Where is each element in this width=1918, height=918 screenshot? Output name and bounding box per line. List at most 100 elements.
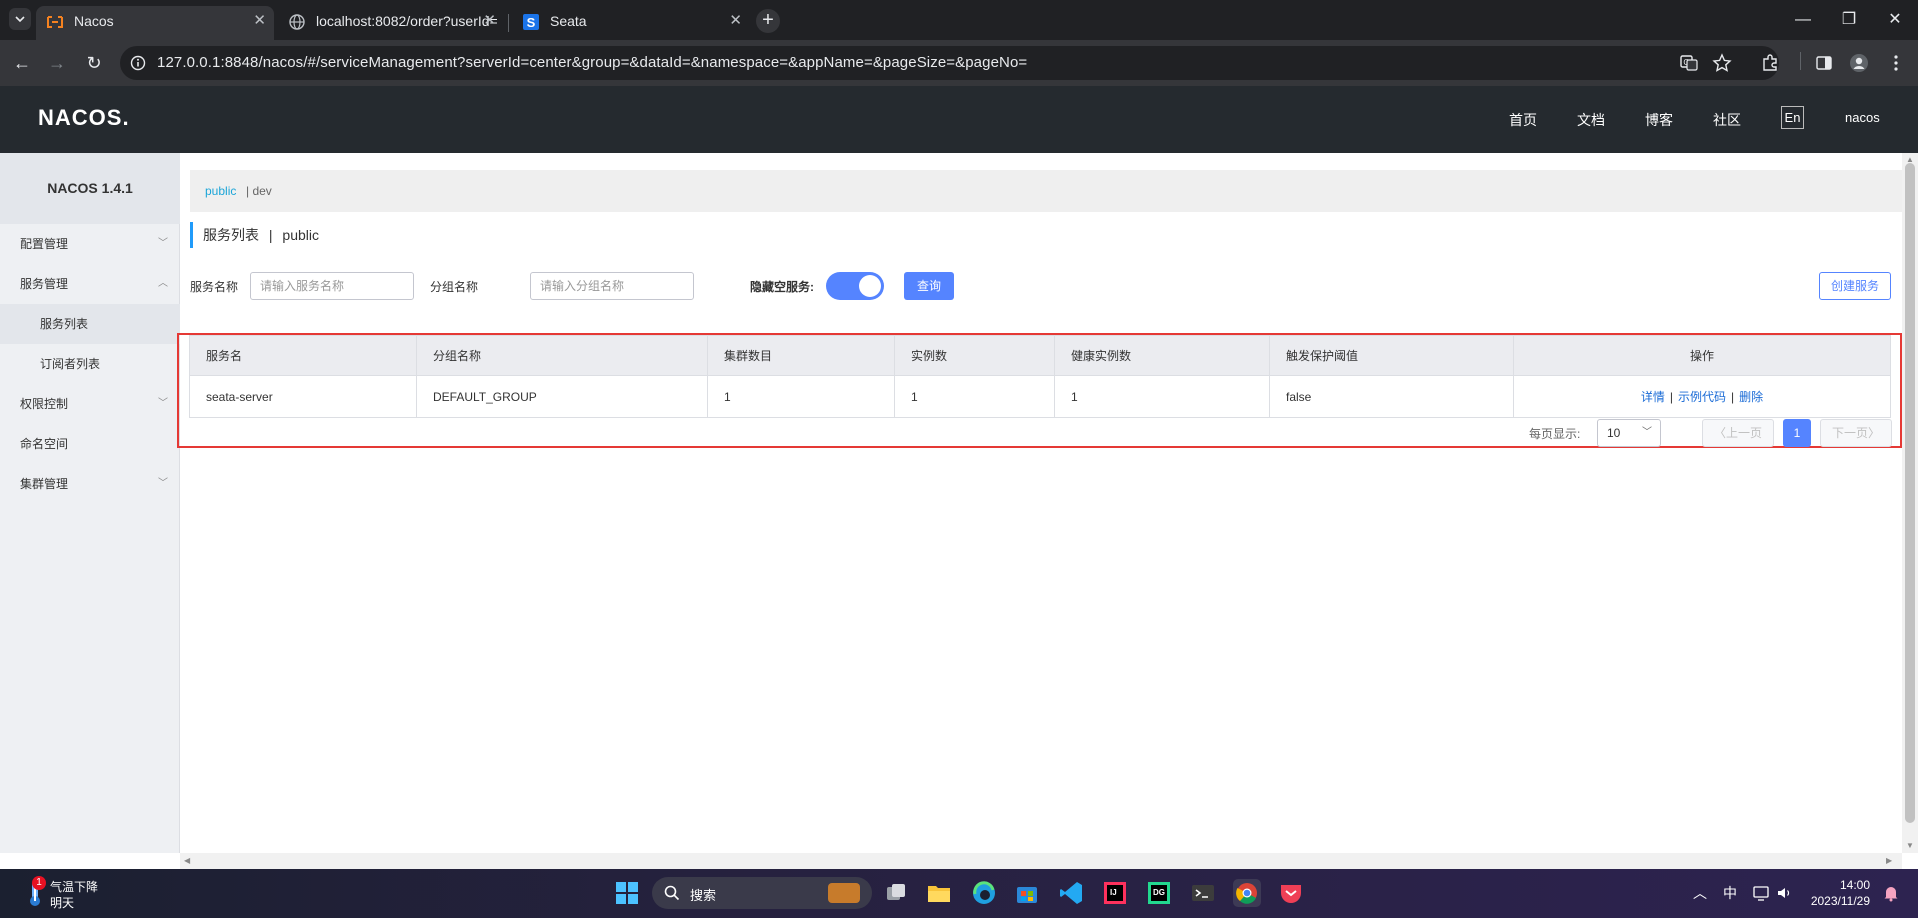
page-size-value: 10 — [1607, 426, 1621, 440]
weather-badge: 1 — [32, 876, 46, 890]
tab-seata[interactable]: S Seata ✕ — [512, 6, 750, 40]
sidebar-item-service-list[interactable]: 服务列表 — [0, 304, 180, 344]
close-tab-icon[interactable]: ✕ — [253, 6, 266, 36]
clock-time[interactable]: 14:00 — [1800, 878, 1870, 892]
toggle-knob — [859, 275, 881, 297]
col-actions: 操作 — [1513, 335, 1891, 376]
namespace-dev-link[interactable]: | dev — [246, 184, 272, 198]
service-name-input[interactable]: 请输入服务名称 — [250, 272, 414, 300]
tray-overflow-chevron-icon[interactable]: ︿ — [1693, 883, 1707, 903]
datagrip-icon[interactable]: DG — [1145, 879, 1173, 907]
pocket-app-icon[interactable] — [1277, 879, 1305, 907]
close-tab-icon[interactable]: ✕ — [729, 6, 742, 36]
chevron-up-icon: ︿ — [158, 278, 168, 289]
notification-bell-icon[interactable] — [1883, 884, 1899, 902]
weather-text[interactable]: 气温下降 — [50, 878, 98, 895]
detail-link[interactable]: 详情 — [1641, 390, 1665, 404]
weather-subtext[interactable]: 明天 — [50, 894, 74, 911]
windows-start-icon[interactable] — [613, 879, 641, 907]
namespace-public-link[interactable]: public — [205, 184, 236, 198]
tab-localhost[interactable]: localhost:8082/order?userId= ✕ — [278, 6, 504, 40]
nav-community-link[interactable]: 社区 — [1713, 110, 1741, 130]
col-group-name: 分组名称 — [416, 335, 708, 376]
url-text[interactable]: 127.0.0.1:8848/nacos/#/serviceManagement… — [157, 46, 1027, 80]
action-separator: | — [1731, 390, 1735, 404]
new-tab-button[interactable]: + — [756, 9, 780, 33]
clock-date[interactable]: 2023/11/29 — [1800, 894, 1870, 908]
sample-code-link[interactable]: 示例代码 — [1678, 390, 1726, 404]
nav-home-link[interactable]: 首页 — [1509, 110, 1537, 130]
restore-button[interactable]: ❐ — [1826, 0, 1872, 40]
edge-browser-icon[interactable] — [970, 879, 998, 907]
col-service-name: 服务名 — [189, 335, 417, 376]
menu-dots-icon[interactable] — [1886, 53, 1906, 73]
col-instance-count: 实例数 — [894, 335, 1055, 376]
search-icon — [664, 885, 680, 901]
scroll-right-arrow-icon[interactable]: ▶ — [1886, 856, 1892, 865]
profile-icon[interactable] — [1849, 53, 1869, 73]
sidebar-title: NACOS 1.4.1 — [0, 153, 180, 224]
taskbar-search[interactable]: 搜索 — [652, 877, 872, 909]
toolbar-separator — [1800, 52, 1801, 70]
nav-docs-link[interactable]: 文档 — [1577, 110, 1605, 130]
next-page-button[interactable]: 下一页〉 — [1820, 419, 1892, 447]
bookmark-star-icon[interactable] — [1712, 53, 1732, 73]
sidebar-item-label: 命名空间 — [20, 437, 69, 451]
globe-icon — [289, 14, 305, 30]
scroll-down-arrow-icon[interactable]: ▼ — [1906, 841, 1914, 850]
close-window-button[interactable]: ✕ — [1872, 0, 1918, 40]
forward-button[interactable]: → — [41, 47, 73, 79]
sidebar-item-label: 配置管理 — [20, 237, 69, 251]
language-switch-button[interactable]: En — [1781, 106, 1804, 129]
microsoft-store-icon[interactable] — [1013, 879, 1041, 907]
group-name-input[interactable]: 请输入分组名称 — [530, 272, 694, 300]
sidebar-item-config-management[interactable]: 配置管理 ﹀ — [0, 224, 180, 264]
extensions-icon[interactable] — [1760, 53, 1780, 73]
chrome-icon[interactable] — [1233, 879, 1261, 907]
horizontal-scrollbar[interactable]: ◀ ▶ — [180, 853, 1902, 869]
vertical-scroll-thumb[interactable] — [1905, 163, 1915, 823]
network-icon[interactable] — [1752, 884, 1770, 902]
side-panel-icon[interactable] — [1814, 53, 1834, 73]
next-page-label: 下一页 — [1831, 426, 1868, 440]
prev-page-button[interactable]: 〈上一页 — [1702, 419, 1774, 447]
sidebar-item-label: 集群管理 — [20, 477, 69, 491]
user-name[interactable]: nacos — [1845, 110, 1880, 125]
delete-link[interactable]: 删除 — [1739, 390, 1763, 404]
service-name-label: 服务名称 — [190, 280, 239, 294]
hide-empty-toggle[interactable] — [826, 272, 884, 300]
intellij-idea-icon[interactable]: IJ — [1101, 879, 1129, 907]
file-explorer-icon[interactable] — [925, 879, 953, 907]
sidebar-item-subscriber-list[interactable]: 订阅者列表 — [0, 344, 180, 384]
terminal-icon[interactable] — [1189, 879, 1217, 907]
tab-nacos[interactable]: Nacos ✕ — [36, 6, 274, 40]
minimize-button[interactable]: — — [1780, 0, 1826, 40]
table-header-row: 服务名 分组名称 集群数目 实例数 健康实例数 触发保护阈值 操作 — [189, 335, 1891, 376]
chevron-down-icon: ﹀ — [158, 398, 168, 409]
vscode-icon[interactable] — [1057, 879, 1085, 907]
task-view-icon[interactable] — [882, 879, 910, 907]
service-table: 服务名 分组名称 集群数目 实例数 健康实例数 触发保护阈值 操作 seata-… — [189, 335, 1891, 418]
translate-icon[interactable]: G — [1679, 53, 1699, 73]
page-1-button[interactable]: 1 — [1783, 419, 1811, 447]
site-info-icon[interactable] — [130, 55, 146, 71]
create-service-button[interactable]: 创建服务 — [1819, 272, 1891, 300]
scroll-left-arrow-icon[interactable]: ◀ — [184, 856, 190, 865]
close-tab-icon[interactable]: ✕ — [483, 6, 496, 36]
nav-blog-link[interactable]: 博客 — [1645, 110, 1673, 130]
query-button[interactable]: 查询 — [904, 272, 954, 300]
sidebar-item-cluster-management[interactable]: 集群管理 ﹀ — [0, 464, 180, 504]
sidebar-item-namespace[interactable]: 命名空间 — [0, 424, 180, 464]
reload-button[interactable]: ↻ — [78, 47, 110, 79]
sidebar-item-service-management[interactable]: 服务管理 ︿ — [0, 264, 180, 304]
sidebar-item-access-control[interactable]: 权限控制 ﹀ — [0, 384, 180, 424]
nacos-logo[interactable]: NACOS. — [38, 105, 130, 131]
back-button[interactable]: ← — [6, 47, 38, 79]
browser-tab-bar: Nacos ✕ localhost:8082/order?userId= ✕ S… — [0, 0, 1918, 40]
address-bar[interactable]: 127.0.0.1:8848/nacos/#/serviceManagement… — [120, 46, 1779, 80]
page-size-select[interactable]: 10 ﹀ — [1597, 419, 1661, 447]
tab-search-button[interactable] — [9, 8, 31, 30]
vertical-scrollbar[interactable]: ▲ ▼ — [1902, 153, 1918, 853]
volume-icon[interactable] — [1775, 884, 1793, 902]
input-method-indicator[interactable]: 中 — [1723, 883, 1737, 903]
